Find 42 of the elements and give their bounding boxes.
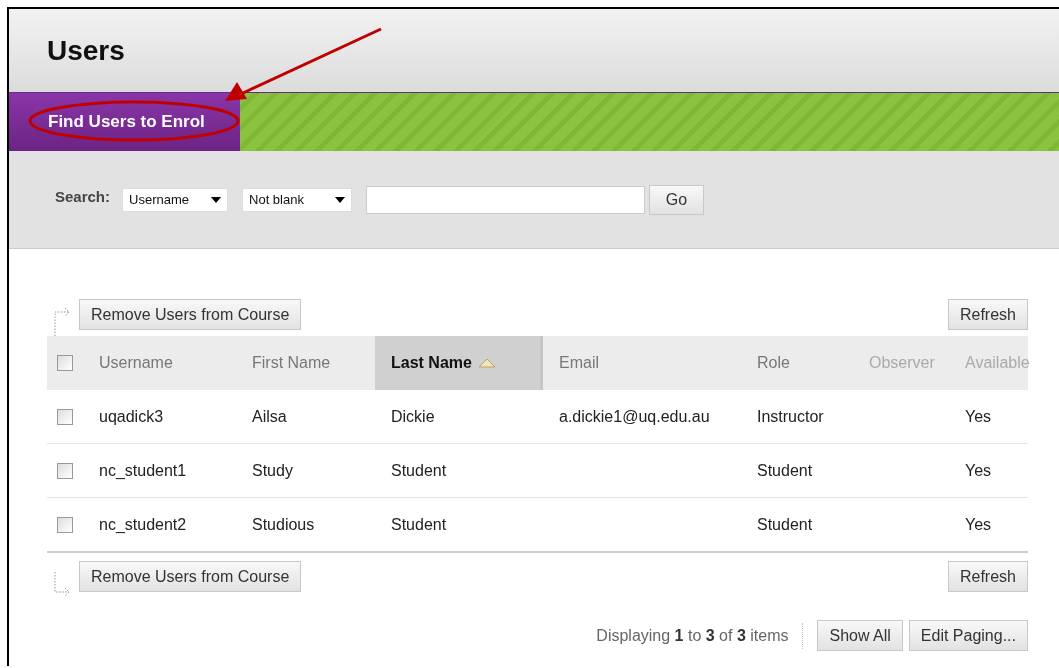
table-cell: Studious [252, 515, 315, 533]
row-checkbox[interactable] [57, 462, 73, 479]
select-all-checkbox[interactable] [57, 355, 73, 371]
table-cell: Student [391, 515, 447, 533]
column-header[interactable]: Email [543, 336, 741, 390]
column-header[interactable]: Username [99, 336, 252, 390]
column-header[interactable]: Role [741, 336, 853, 390]
show-all-button[interactable]: Show All [817, 620, 903, 651]
table-cell: Yes [965, 515, 992, 533]
paging-summary: Displaying 1 to 3 of 3 items [596, 626, 789, 645]
refresh-button[interactable]: Refresh [947, 299, 1028, 330]
table-cell: a.dickie1@uq.edu.au [559, 407, 710, 425]
remove-users-button[interactable]: Remove Users from Course [79, 561, 302, 592]
table-cell: Yes [965, 461, 992, 479]
table-cell: Dickie [391, 407, 435, 425]
table-cell: Student [391, 461, 447, 479]
table-cell: Instructor [757, 407, 824, 425]
refresh-button[interactable]: Refresh [947, 561, 1028, 592]
row-checkbox[interactable] [57, 516, 73, 533]
table-cell: uqadick3 [99, 407, 164, 425]
field-select[interactable]: Username [122, 187, 229, 212]
column-header[interactable]: First Name [252, 336, 375, 390]
dropdown-icon [335, 196, 346, 203]
remove-users-button[interactable]: Remove Users from Course [79, 299, 302, 330]
column-header[interactable]: Last Name [375, 336, 543, 390]
search-field[interactable] [366, 185, 646, 214]
page-title: Users [47, 34, 125, 67]
table-cell: Ailsa [252, 407, 287, 425]
table-cell: nc_student2 [99, 515, 187, 533]
edit-paging-button[interactable]: Edit Paging... [908, 620, 1028, 651]
go-button[interactable]: Go [649, 184, 705, 215]
table-cell: Yes [965, 407, 992, 425]
dropdown-icon [211, 196, 222, 203]
row-checkbox[interactable] [57, 408, 73, 425]
search-label: Search: [55, 188, 111, 205]
table-cell: Student [757, 461, 813, 479]
table-cell: nc_student1 [99, 461, 187, 479]
table-cell: Student [757, 515, 813, 533]
sort-ascending-icon [477, 358, 496, 368]
operator-select[interactable]: Not blank [242, 187, 353, 212]
find-users-button[interactable]: Find Users to Enrol [9, 93, 240, 151]
table-cell: Study [252, 461, 293, 479]
